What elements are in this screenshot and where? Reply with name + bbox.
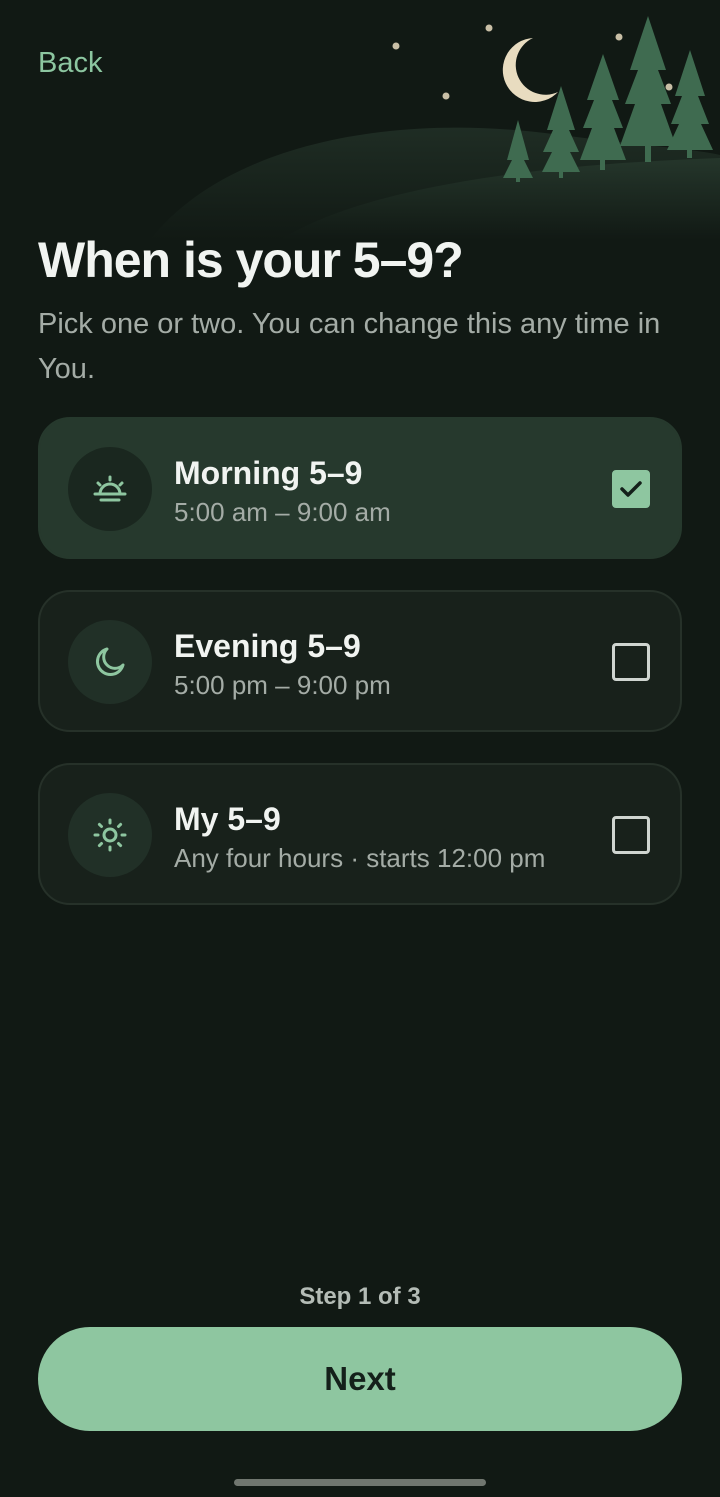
- option-checkbox[interactable]: [612, 643, 650, 681]
- sun-icon: [68, 793, 152, 877]
- option-checkbox[interactable]: [612, 816, 650, 854]
- moon-icon: [68, 620, 152, 704]
- option-card-evening[interactable]: Evening 5–9 5:00 pm – 9:00 pm: [38, 590, 682, 732]
- step-indicator: Step 1 of 3: [299, 1283, 421, 1310]
- option-title: My 5–9: [174, 801, 281, 837]
- option-checkbox-checked[interactable]: [612, 470, 650, 508]
- checkmark-icon: [620, 481, 642, 497]
- sunrise-icon: [68, 447, 152, 531]
- next-button[interactable]: Next: [38, 1327, 682, 1431]
- option-time: 5:00 am – 9:00 am: [174, 497, 391, 527]
- option-time: 5:00 pm – 9:00 pm: [174, 670, 391, 700]
- option-card-morning[interactable]: Morning 5–9 5:00 am – 9:00 am: [38, 417, 682, 559]
- option-card-custom[interactable]: My 5–9 Any four hours · starts 12:00 pm: [38, 763, 682, 905]
- page-title: When is your 5–9?: [38, 232, 464, 288]
- back-button[interactable]: Back: [38, 44, 102, 82]
- option-title: Morning 5–9: [174, 455, 363, 491]
- home-indicator[interactable]: [234, 1479, 486, 1486]
- page-subtitle: Pick one or two. You can change this any…: [38, 308, 661, 385]
- option-title: Evening 5–9: [174, 628, 361, 664]
- night-forest-illustration: [150, 16, 720, 240]
- option-time: Any four hours · starts 12:00 pm: [174, 843, 546, 873]
